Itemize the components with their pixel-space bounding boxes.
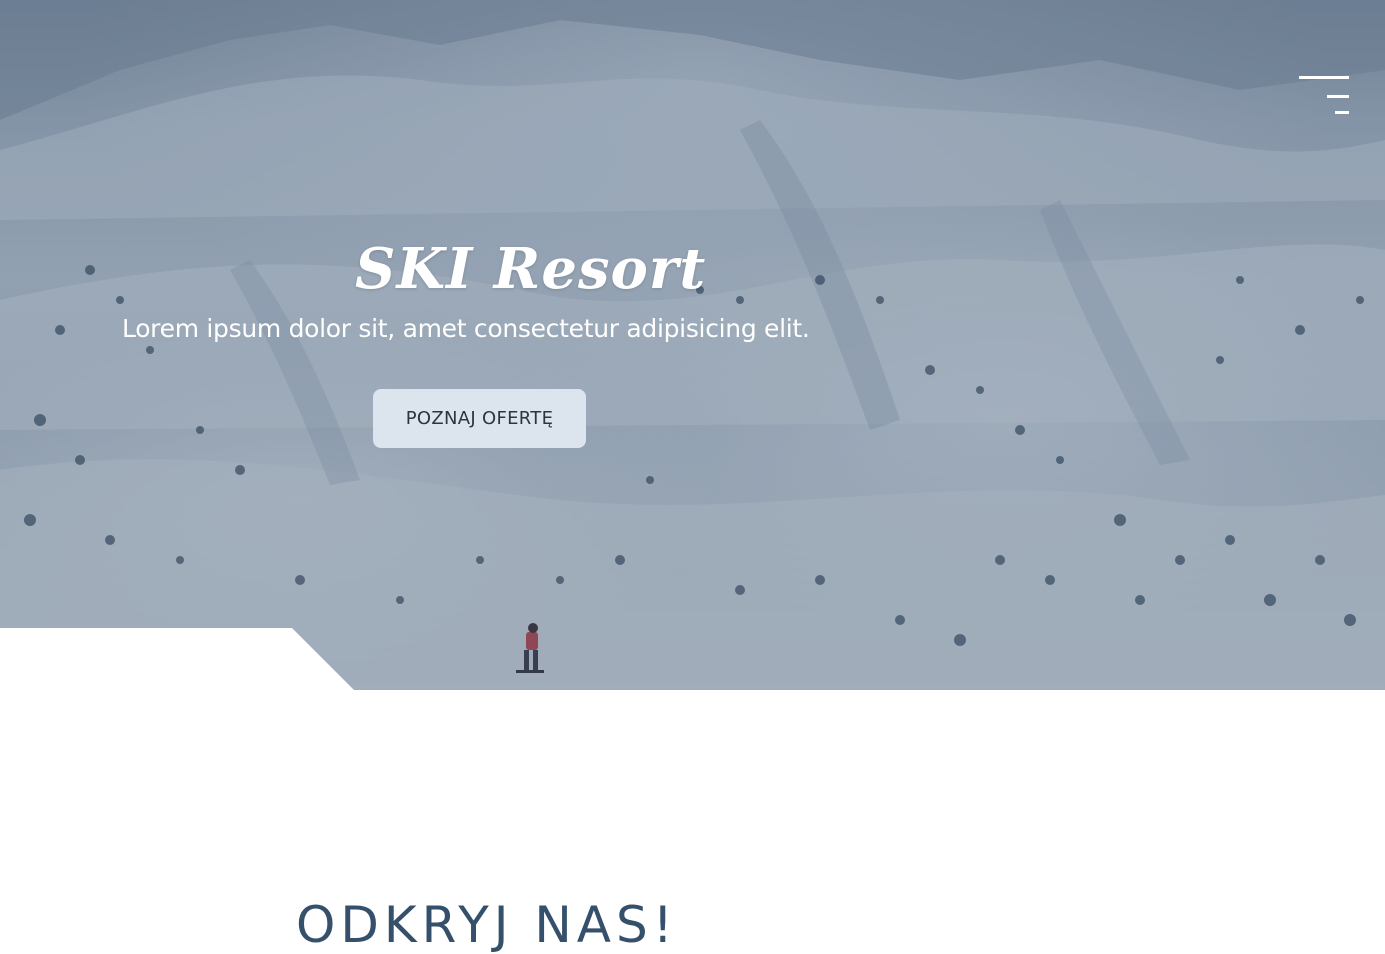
hero-section: SKI Resort Lorem ipsum dolor sit, amet c… <box>0 0 1385 690</box>
menu-line-2 <box>1327 95 1349 98</box>
menu-line-1 <box>1299 76 1349 79</box>
hero-overlay <box>0 0 1385 690</box>
hero-title: SKI Resort <box>355 236 707 302</box>
menu-line-3 <box>1335 111 1349 114</box>
cta-offer-button[interactable]: POZNAJ OFERTĘ <box>373 389 586 448</box>
section-heading: ODKRYJ NAS! <box>296 896 678 954</box>
hero-subtitle: Lorem ipsum dolor sit, amet consectetur … <box>122 314 810 343</box>
hamburger-menu-icon[interactable] <box>1297 74 1351 118</box>
hero-angled-cutout <box>0 628 354 690</box>
